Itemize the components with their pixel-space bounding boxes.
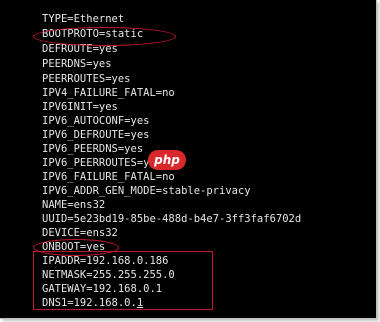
config-line-name: NAME=ens32 [42, 199, 106, 211]
config-line-ipv6-failure-fatal: IPV6_FAILURE_FATAL=no [42, 171, 175, 183]
config-line-ipv4-failure-fatal: IPV4_FAILURE_FATAL=no [42, 87, 175, 99]
terminal-window[interactable]: TYPE=Ethernet BOOTPROTO=static DEFROUTE=… [0, 0, 377, 319]
config-line-uuid: UUID=5e23bd19-85be-488d-b4e7-3ff3faf6702… [42, 213, 302, 225]
config-line-type: TYPE=Ethernet [42, 13, 125, 25]
config-line-ipv6init: IPV6INIT=yes [42, 101, 118, 113]
config-line-ipv6-addr-gen-mode: IPV6_ADDR_GEN_MODE=stable-privacy [42, 185, 251, 197]
config-line-ipv6-autoconf: IPV6_AUTOCONF=yes [42, 115, 150, 127]
config-line-peerdns: PEERDNS=yes [42, 58, 112, 70]
network-settings-highlight-box [33, 251, 213, 310]
config-line-device: DEVICE=ens32 [42, 227, 118, 239]
config-line-peerroutes: PEERROUTES=yes [42, 73, 131, 85]
php-watermark-logo: php [148, 150, 186, 170]
config-line-ipv6-peerdns: IPV6_PEERDNS=yes [42, 143, 144, 155]
config-line-ipv6-peerroutes: IPV6_PEERROUTES=yes [42, 157, 163, 169]
config-line-ipv6-defroute: IPV6_DEFROUTE=yes [42, 129, 150, 141]
bootproto-highlight-ellipse [33, 27, 176, 46]
